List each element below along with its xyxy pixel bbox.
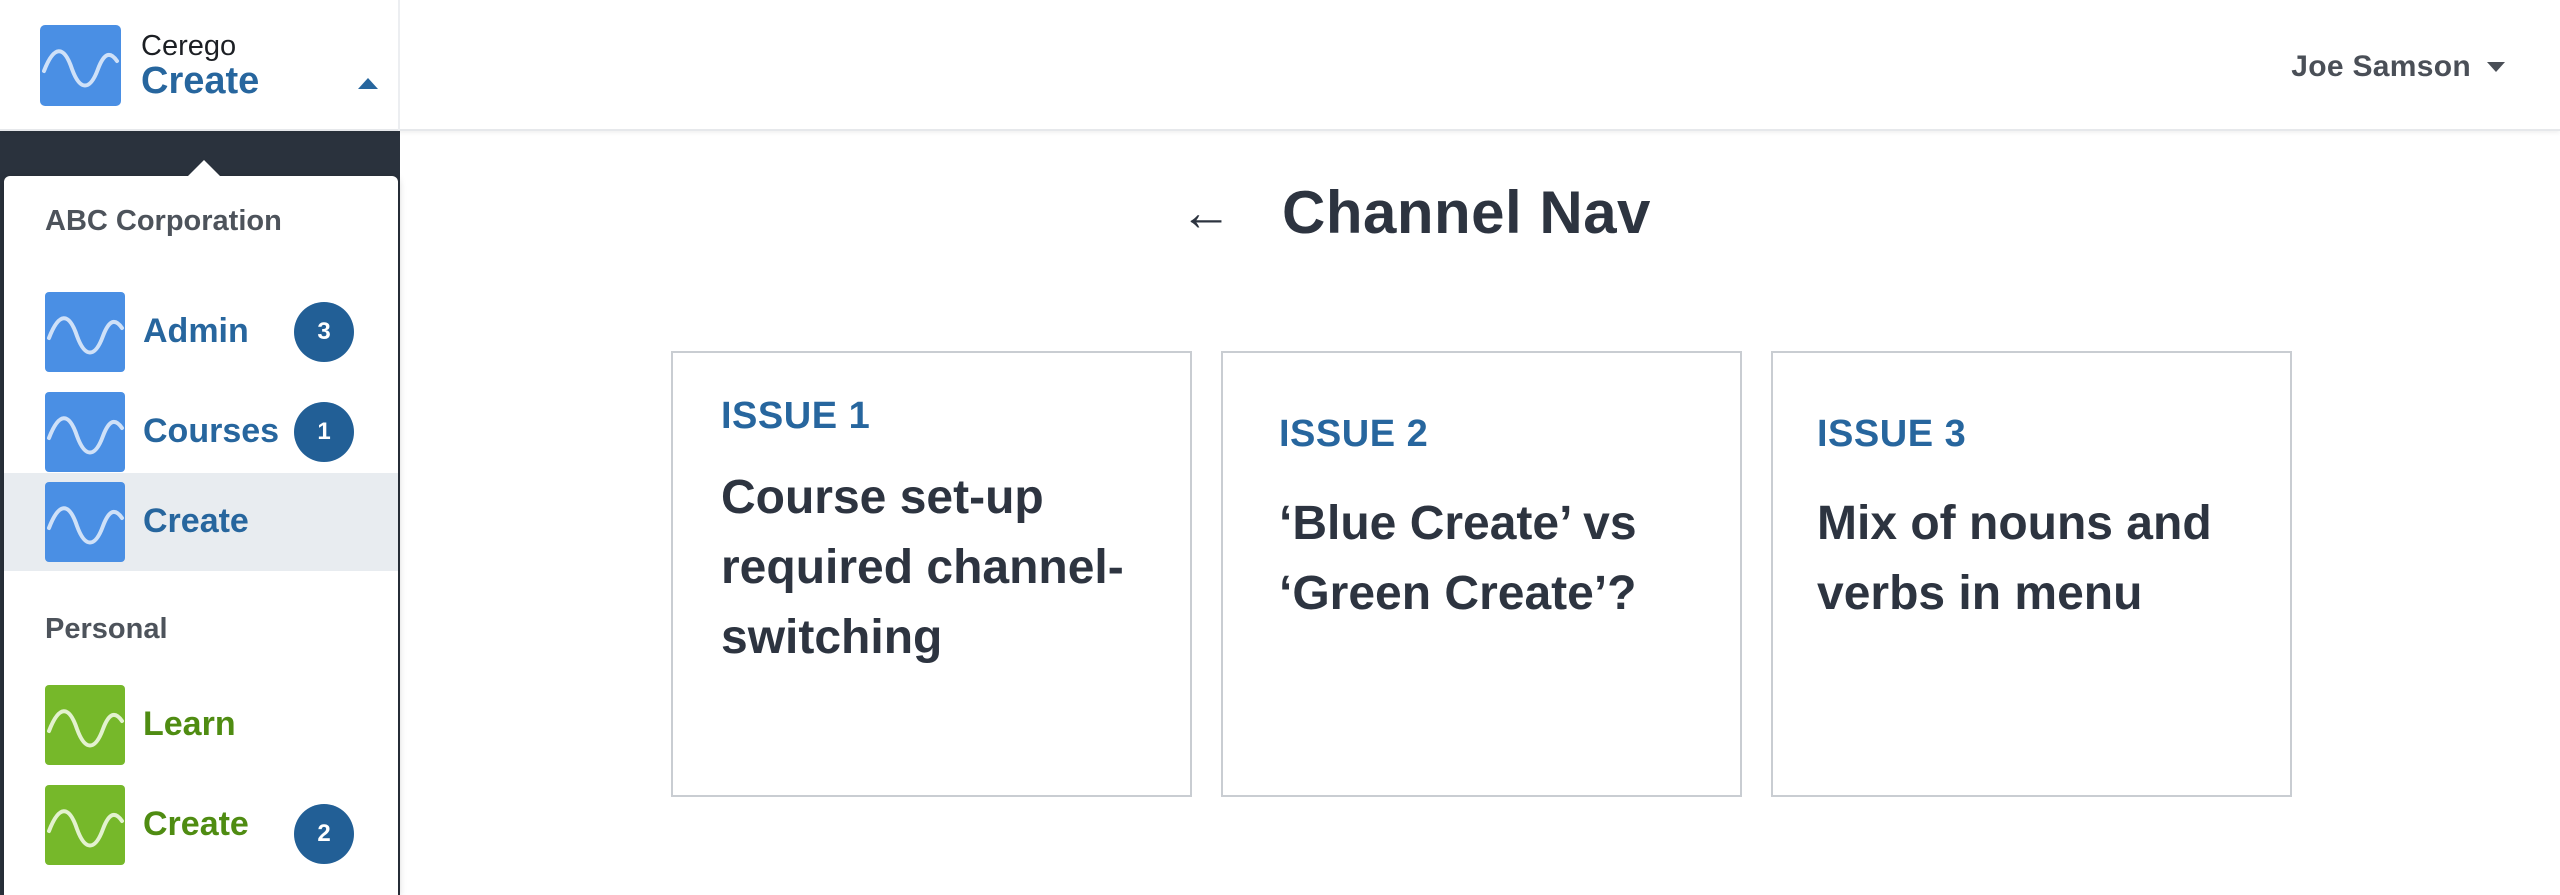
cerego-wave-icon bbox=[45, 482, 125, 562]
issue-line: Mix of nouns and bbox=[1817, 497, 2212, 550]
cerego-wave-icon bbox=[45, 785, 125, 865]
issue-label: ISSUE 1 bbox=[721, 395, 871, 437]
app-switcher-dropdown: ABC Corporation Admin 3 Courses 1 Create… bbox=[4, 160, 398, 895]
user-menu[interactable]: Joe Samson bbox=[2291, 50, 2505, 84]
issue-line: ‘Blue Create’ vs bbox=[1279, 497, 1637, 550]
menu-item-admin[interactable]: Admin 3 bbox=[4, 283, 398, 381]
menu-item-label: Courses bbox=[143, 412, 280, 450]
issue-line: switching bbox=[721, 611, 943, 664]
issue-card-1: ISSUE 1 Course set-up required channel- … bbox=[671, 351, 1192, 797]
issue-line: ‘Green Create’? bbox=[1279, 567, 1637, 620]
cerego-wave-icon bbox=[45, 292, 125, 372]
count-badge: 1 bbox=[294, 402, 354, 462]
issue-description: ‘Blue Create’ vs ‘Green Create’? bbox=[1279, 489, 1637, 629]
top-header: Cerego Create Joe Samson bbox=[0, 0, 2560, 131]
issue-label: ISSUE 2 bbox=[1279, 413, 1429, 455]
menu-item-label: Admin bbox=[143, 312, 249, 350]
menu-item-create-org[interactable]: Create bbox=[4, 473, 398, 571]
cerego-wave-icon bbox=[45, 392, 125, 472]
dropdown-pointer bbox=[188, 160, 220, 176]
issue-card-2: ISSUE 2 ‘Blue Create’ vs ‘Green Create’? bbox=[1221, 351, 1742, 797]
current-app-name: Create bbox=[141, 60, 260, 102]
issue-card-3: ISSUE 3 Mix of nouns and verbs in menu bbox=[1771, 351, 2292, 797]
menu-item-courses[interactable]: Courses 1 bbox=[4, 383, 398, 481]
brand-name: Cerego bbox=[141, 30, 237, 62]
back-arrow-icon[interactable]: ← bbox=[1180, 187, 1232, 239]
app-switcher[interactable]: Cerego Create bbox=[0, 0, 400, 131]
menu-item-learn[interactable]: Learn bbox=[4, 676, 398, 774]
issue-line: required channel- bbox=[721, 541, 1124, 594]
count-badge: 2 bbox=[294, 804, 354, 864]
menu-item-label: Create bbox=[143, 502, 249, 540]
count-badge: 3 bbox=[294, 302, 354, 362]
menu-item-label: Learn bbox=[143, 705, 236, 743]
page-title: Channel Nav bbox=[1282, 179, 1651, 246]
caret-up-icon bbox=[358, 78, 378, 89]
cerego-wave-icon bbox=[45, 685, 125, 765]
section-label-org: ABC Corporation bbox=[45, 205, 282, 237]
menu-item-label: Create bbox=[143, 805, 249, 843]
issue-line: Course set-up bbox=[721, 471, 1044, 524]
section-label-personal: Personal bbox=[45, 613, 168, 645]
caret-down-icon bbox=[2487, 62, 2505, 72]
menu-item-create-personal[interactable]: Create 2 bbox=[4, 776, 398, 874]
issue-label: ISSUE 3 bbox=[1817, 413, 1967, 455]
issue-description: Course set-up required channel- switchin… bbox=[721, 463, 1124, 673]
page-header: ← Channel Nav bbox=[1180, 178, 1651, 247]
user-name: Joe Samson bbox=[2291, 50, 2471, 83]
issue-line: verbs in menu bbox=[1817, 567, 2143, 620]
issue-description: Mix of nouns and verbs in menu bbox=[1817, 489, 2212, 629]
cerego-logo-icon bbox=[40, 25, 121, 106]
